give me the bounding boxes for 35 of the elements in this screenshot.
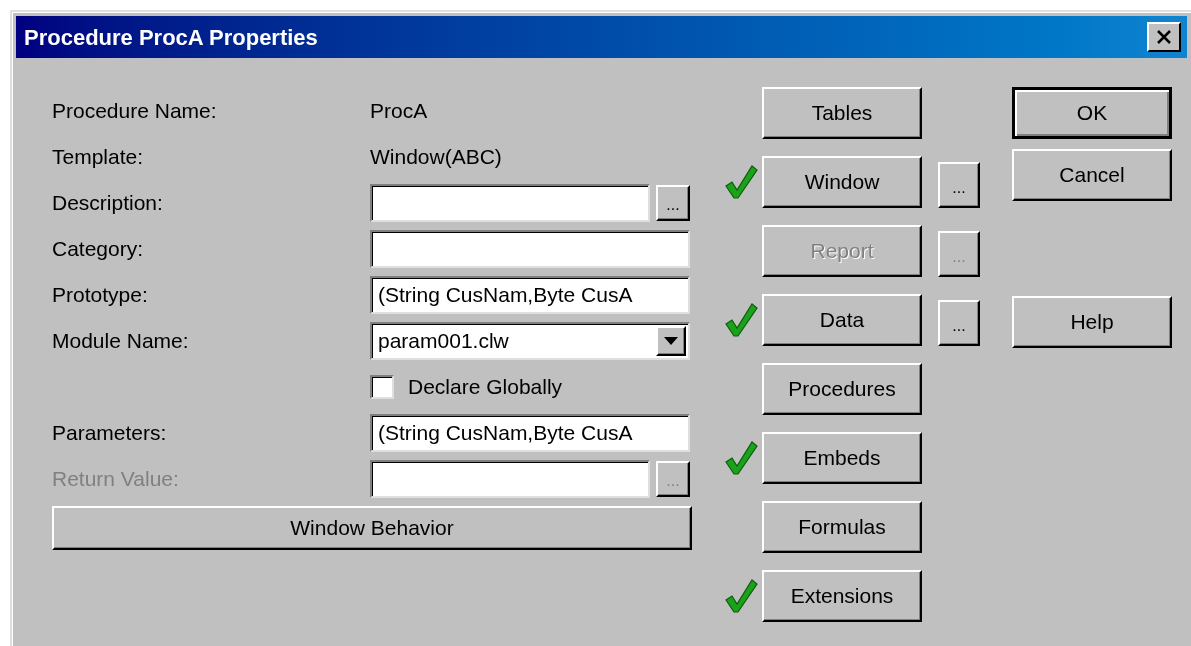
section-button[interactable]: Procedures bbox=[762, 363, 922, 415]
checkbox[interactable] bbox=[370, 375, 394, 399]
field-label: Template: bbox=[52, 144, 145, 171]
field-value: Window(ABC) bbox=[370, 144, 502, 171]
field-label: Prototype: bbox=[52, 282, 149, 309]
section-button[interactable]: Data bbox=[762, 294, 922, 346]
section-button[interactable]: Tables bbox=[762, 87, 922, 139]
window-behavior-button[interactable]: Window Behavior bbox=[52, 506, 692, 550]
dialog-button[interactable]: Help bbox=[1012, 296, 1172, 348]
window-title: Procedure ProcA Properties bbox=[24, 23, 318, 52]
dialog-button[interactable]: OK bbox=[1012, 87, 1172, 139]
section-button[interactable]: Extensions bbox=[762, 570, 922, 622]
field-value: ProcA bbox=[370, 98, 428, 125]
text-field[interactable] bbox=[370, 184, 650, 222]
section-button[interactable]: Formulas bbox=[762, 501, 922, 553]
checkbox-label: Declare Globally bbox=[408, 374, 563, 401]
field-label: Parameters: bbox=[52, 420, 168, 447]
close-button[interactable] bbox=[1147, 22, 1181, 52]
ellipsis-button[interactable]: ... bbox=[656, 185, 690, 221]
field-label: Procedure Name: bbox=[52, 98, 218, 125]
ellipsis-button[interactable]: ... bbox=[938, 162, 980, 208]
section-button[interactable]: Embeds bbox=[762, 432, 922, 484]
dialog-button[interactable]: Cancel bbox=[1012, 149, 1172, 201]
close-icon bbox=[1156, 30, 1172, 44]
field-label: Return Value: bbox=[52, 466, 180, 493]
ellipsis-button[interactable]: ... bbox=[938, 300, 980, 346]
text-field[interactable]: (String CusNam,Byte CusA bbox=[370, 414, 690, 452]
section-button[interactable]: Window bbox=[762, 156, 922, 208]
text-field[interactable]: (String CusNam,Byte CusA bbox=[370, 276, 690, 314]
field-label: Description: bbox=[52, 190, 164, 217]
field-label: Module Name: bbox=[52, 328, 190, 355]
text-field[interactable] bbox=[370, 230, 690, 268]
field-label: Category: bbox=[52, 236, 145, 263]
dropdown[interactable]: param001.clw bbox=[370, 322, 690, 360]
dropdown-value: param001.clw bbox=[378, 328, 509, 355]
